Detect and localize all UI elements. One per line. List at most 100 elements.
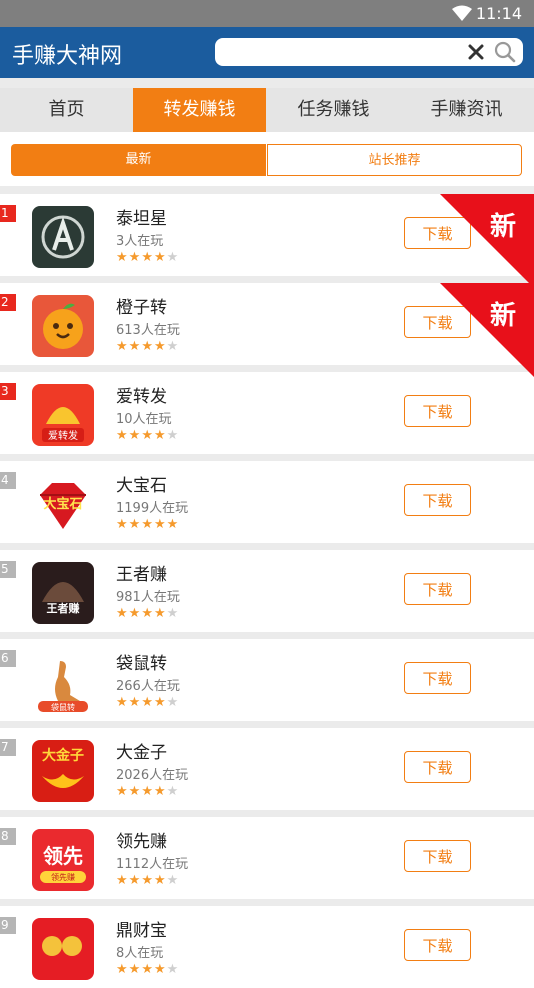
star-icon: ★ <box>128 695 142 710</box>
new-ribbon: 新 <box>440 194 534 288</box>
download-button[interactable]: 下载 <box>404 573 471 605</box>
new-badge-label: 新 <box>490 301 517 331</box>
star-icon: ★ <box>153 962 167 977</box>
site-title: 手赚大神网 <box>12 44 123 69</box>
star-icon: ★ <box>166 784 180 799</box>
app-name[interactable]: 橙子转 <box>116 293 167 318</box>
ding-cai-icon[interactable] <box>32 918 94 980</box>
star-icon: ★ <box>128 606 142 621</box>
app-name[interactable]: 大宝石 <box>116 471 167 496</box>
app-name[interactable]: 袋鼠转 <box>116 649 167 674</box>
svg-text:大宝石: 大宝石 <box>43 496 82 512</box>
wifi-icon <box>452 5 472 25</box>
star-icon: ★ <box>116 606 129 621</box>
download-button[interactable]: 下载 <box>404 929 471 961</box>
download-button[interactable]: 下载 <box>404 751 471 783</box>
search-icon[interactable] <box>494 41 516 63</box>
rank-badge: 3 <box>0 383 16 400</box>
rank-badge: 9 <box>0 917 16 934</box>
rating-stars: ★★★★★ <box>116 339 179 354</box>
tab-home[interactable]: 首页 <box>0 88 133 132</box>
app-row[interactable]: 5 王者赚 王者赚 981人在玩 ★★★★★ 下载 <box>0 550 534 632</box>
app-row[interactable]: 8 领先 领先赚 领先赚 1112人在玩 ★★★★★ 下载 <box>0 817 534 899</box>
rank-badge: 2 <box>0 294 16 311</box>
search-input[interactable] <box>223 42 467 64</box>
app-row[interactable]: 4 大宝石 大宝石 1199人在玩 ★★★★★ 下载 <box>0 461 534 543</box>
segment-bar: 最新 站长推荐 <box>0 132 534 186</box>
clear-icon[interactable] <box>467 42 485 62</box>
app-row[interactable]: 7 大金子 大金子 2026人在玩 ★★★★★ 下载 <box>0 728 534 810</box>
player-count: 266人在玩 <box>116 679 180 694</box>
svg-text:王者赚: 王者赚 <box>47 601 80 615</box>
svg-text:袋鼠转: 袋鼠转 <box>51 702 75 712</box>
rating-stars: ★★★★★ <box>116 962 179 977</box>
star-icon: ★ <box>128 962 142 977</box>
app-name[interactable]: 鼎财宝 <box>116 916 167 941</box>
rank-badge: 5 <box>0 561 16 578</box>
app-row[interactable]: 9 鼎财宝 8人在玩 ★★★★★ 下载 <box>0 906 534 988</box>
rating-stars: ★★★★★ <box>116 250 179 265</box>
svg-text:领先: 领先 <box>43 844 83 868</box>
search-box[interactable] <box>215 38 523 66</box>
star-icon: ★ <box>116 517 129 532</box>
titan-star-icon[interactable] <box>32 206 94 268</box>
main-tabs: 首页 转发赚钱 任务赚钱 手赚资讯 <box>0 88 534 132</box>
rating-stars: ★★★★★ <box>116 695 179 710</box>
lead-icon[interactable]: 领先 领先赚 <box>32 829 94 891</box>
status-time: 11:14 <box>475 4 522 23</box>
gem-icon[interactable]: 大宝石 <box>32 473 94 535</box>
star-icon: ★ <box>141 606 154 621</box>
star-icon: ★ <box>153 517 167 532</box>
new-ribbon: 新 <box>440 283 534 377</box>
star-icon: ★ <box>141 784 154 799</box>
star-icon: ★ <box>166 339 180 354</box>
rank-badge: 4 <box>0 472 16 489</box>
love-forward-icon[interactable]: 爱转发 <box>32 384 94 446</box>
star-icon: ★ <box>153 250 167 265</box>
king-icon[interactable]: 王者赚 <box>32 562 94 624</box>
app-row[interactable]: 3 爱转发 爱转发 10人在玩 ★★★★★ 下载 <box>0 372 534 454</box>
app-name[interactable]: 王者赚 <box>116 560 167 585</box>
app-name[interactable]: 领先赚 <box>116 827 167 852</box>
star-icon: ★ <box>153 695 167 710</box>
star-icon: ★ <box>116 250 129 265</box>
star-icon: ★ <box>153 784 167 799</box>
segment-latest[interactable]: 最新 <box>11 144 266 176</box>
star-icon: ★ <box>166 695 180 710</box>
tab-news[interactable]: 手赚资讯 <box>400 88 533 132</box>
star-icon: ★ <box>128 784 142 799</box>
rank-badge: 8 <box>0 828 16 845</box>
rank-badge: 7 <box>0 739 16 756</box>
download-button[interactable]: 下载 <box>404 840 471 872</box>
star-icon: ★ <box>166 873 180 888</box>
app-row[interactable]: 6 袋鼠转 袋鼠转 266人在玩 ★★★★★ 下载 <box>0 639 534 721</box>
star-icon: ★ <box>153 606 167 621</box>
star-icon: ★ <box>141 517 154 532</box>
rank-badge: 1 <box>0 205 16 222</box>
tab-task-earn[interactable]: 任务赚钱 <box>267 88 400 132</box>
app-name[interactable]: 大金子 <box>116 738 167 763</box>
star-icon: ★ <box>166 250 180 265</box>
rating-stars: ★★★★★ <box>116 428 179 443</box>
download-button[interactable]: 下载 <box>404 662 471 694</box>
orange-icon[interactable] <box>32 295 94 357</box>
download-button[interactable]: 下载 <box>404 484 471 516</box>
svg-text:爱转发: 爱转发 <box>48 429 78 442</box>
kangaroo-icon[interactable]: 袋鼠转 <box>32 651 94 713</box>
star-icon: ★ <box>166 517 180 532</box>
download-button[interactable]: 下载 <box>404 395 471 427</box>
app-name[interactable]: 泰坦星 <box>116 204 167 229</box>
rating-stars: ★★★★★ <box>116 784 179 799</box>
star-icon: ★ <box>141 339 154 354</box>
app-name[interactable]: 爱转发 <box>116 382 167 407</box>
star-icon: ★ <box>128 428 142 443</box>
svg-text:领先赚: 领先赚 <box>51 872 75 882</box>
tab-forward-earn[interactable]: 转发赚钱 <box>133 88 266 132</box>
star-icon: ★ <box>128 250 142 265</box>
segment-recommended[interactable]: 站长推荐 <box>267 144 522 176</box>
app-header: 手赚大神网 <box>0 27 534 78</box>
player-count: 981人在玩 <box>116 590 180 605</box>
star-icon: ★ <box>141 962 154 977</box>
star-icon: ★ <box>166 606 180 621</box>
gold-ingot-icon[interactable]: 大金子 <box>32 740 94 802</box>
